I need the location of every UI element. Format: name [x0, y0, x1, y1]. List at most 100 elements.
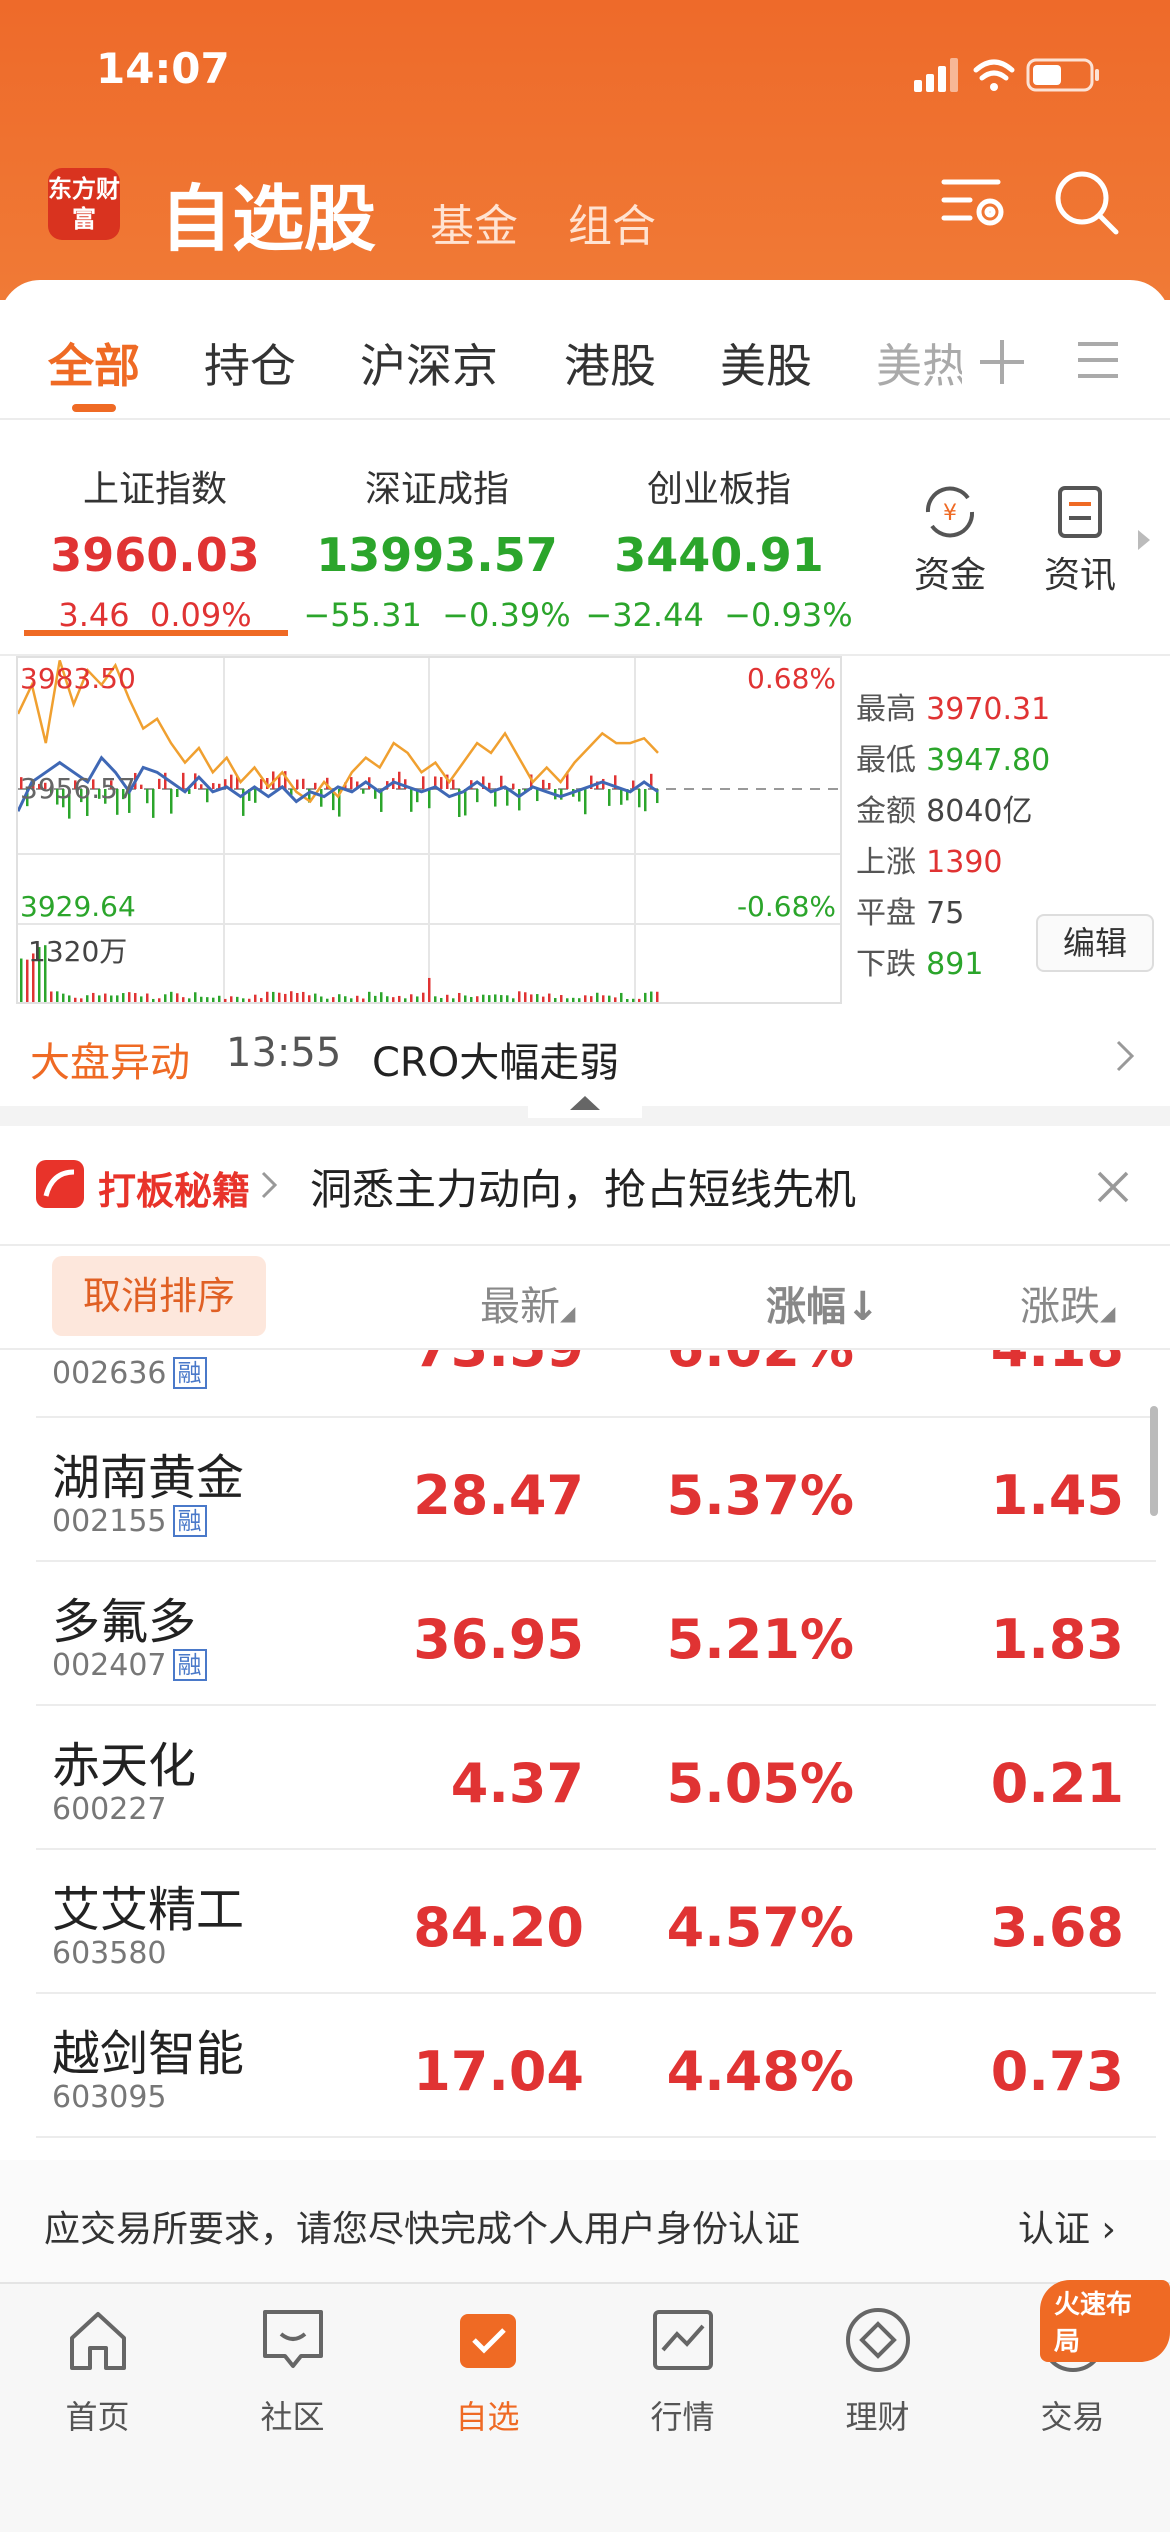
volume-bar: [374, 995, 377, 1002]
nav-wealth[interactable]: 理财: [780, 2304, 975, 2438]
volume-bar: [440, 998, 443, 1002]
promo-banner[interactable]: 打板秘籍 洞悉主力动向，抢占短线先机: [0, 1126, 1170, 1246]
stock-code: 002407 融: [52, 1648, 207, 1683]
column-change[interactable]: 涨跌◢: [1020, 1274, 1150, 1332]
tab-all[interactable]: 全部: [48, 330, 140, 396]
stat-amount: 金额 8040亿: [856, 794, 1033, 829]
nav-label: 理财: [845, 2398, 910, 2436]
flow-bar: [476, 789, 479, 803]
nav-fund[interactable]: 基金: [430, 190, 518, 254]
volume-bar: [296, 992, 299, 1002]
stock-name: 多氟多: [52, 1594, 197, 1650]
tab-hk[interactable]: 港股: [564, 330, 656, 396]
stock-code: 603580: [52, 1936, 167, 1971]
volume-bar: [470, 997, 473, 1002]
volume-bar: [386, 996, 389, 1002]
volume-bar: [452, 998, 455, 1002]
column-latest[interactable]: 最新◢: [480, 1274, 575, 1332]
volume-bar: [638, 998, 641, 1002]
volume-bar: [104, 993, 107, 1002]
intraday-chart[interactable]: 3983.50 3956.57 3929.64 0.68% -0.68% 132…: [16, 656, 842, 1004]
list-settings-icon[interactable]: [940, 168, 1010, 238]
wifi-icon: [973, 59, 1015, 91]
stock-code: 600227: [52, 1792, 167, 1827]
volume-bar: [326, 998, 329, 1002]
stock-name: 越剑智能: [52, 2026, 245, 2082]
app-logo: 东方财富: [48, 168, 120, 240]
stock-change: 0.21: [990, 1752, 1124, 1815]
tab-shsz[interactable]: 沪深京: [360, 330, 498, 396]
volume-bar: [110, 995, 113, 1002]
chart-pct-top: 0.68%: [747, 662, 836, 695]
stock-change: 0.73: [990, 2040, 1124, 2103]
stock-row-partial[interactable]: 002636融 73.59 6.02% 4.18: [0, 1350, 1170, 1414]
stock-row[interactable]: 湖南黄金 002155 融 28.47 5.37% 1.45: [0, 1418, 1170, 1562]
nav-market[interactable]: 行情: [585, 2304, 780, 2438]
flow-bar: [506, 789, 509, 806]
index-sh[interactable]: 上证指数 3960.03 3.46 0.09%: [20, 460, 290, 634]
volume-bar: [608, 995, 611, 1002]
column-pct[interactable]: 涨幅↓: [766, 1274, 880, 1332]
home-icon: [69, 2312, 126, 2370]
alert-text[interactable]: CRO大幅走弱: [372, 1030, 619, 1088]
nav-portfolio[interactable]: 组合: [568, 190, 656, 254]
stock-list[interactable]: 002636融 73.59 6.02% 4.18 湖南黄金 002155融 28…: [0, 1350, 1170, 2160]
flow-bar: [608, 789, 611, 806]
edit-button[interactable]: 编辑: [1036, 914, 1154, 972]
volume-bar: [50, 991, 53, 1002]
volume-bar: [356, 995, 359, 1002]
news-icon: [1058, 486, 1102, 538]
nav-community[interactable]: 社区: [195, 2304, 390, 2438]
nav-home[interactable]: 首页: [0, 2304, 195, 2438]
volume-bar: [134, 993, 137, 1002]
index-sz[interactable]: 深证成指 13993.57 −55.31 −0.39%: [302, 460, 572, 634]
volume-bar: [86, 995, 89, 1002]
header-bar: 14:07 东方财富 自选股 基金 组合: [0, 0, 1170, 300]
scrollbar[interactable]: [1150, 1406, 1158, 1516]
add-icon[interactable]: [974, 334, 1030, 390]
fund-flow-link[interactable]: ¥ 资金: [910, 484, 990, 598]
volume-bar: [224, 998, 227, 1002]
flow-bar: [452, 779, 455, 789]
stock-row[interactable]: 赤天化 600227 4.37 5.05% 0.21: [0, 1706, 1170, 1850]
chart-y-top: 3983.50: [20, 662, 136, 695]
volume-bar: [596, 992, 599, 1002]
stock-row[interactable]: 多氟多 002407 融 36.95 5.21% 1.83: [0, 1562, 1170, 1706]
menu-icon[interactable]: [1076, 338, 1120, 382]
news-link[interactable]: 资讯: [1040, 484, 1120, 598]
volume-bar: [194, 992, 197, 1002]
index-cyb[interactable]: 创业板指 3440.91 −32.44 −0.93%: [584, 460, 854, 634]
flow-bar: [584, 789, 587, 815]
chevron-right-icon[interactable]: [1114, 1038, 1138, 1074]
verify-link[interactable]: 认证 ›: [1018, 2200, 1116, 2252]
nav-label: 自选: [455, 2398, 520, 2436]
cancel-sort-button[interactable]: 取消排序: [52, 1256, 266, 1336]
chevron-right-icon[interactable]: [1134, 526, 1154, 554]
promo-badge[interactable]: 火速布局: [1040, 2280, 1170, 2362]
stock-change: 1.83: [990, 1608, 1124, 1671]
search-icon[interactable]: [1052, 168, 1122, 238]
status-time: 14:07: [96, 44, 230, 93]
stock-change: 3.68: [990, 1896, 1124, 1959]
volume-bar: [146, 993, 149, 1002]
flow-bar: [314, 782, 317, 789]
tab-us[interactable]: 美股: [720, 330, 812, 396]
volume-bar: [530, 994, 533, 1002]
stock-price: 73.59: [413, 1350, 584, 1379]
tab-us-hot[interactable]: 美热: [876, 330, 962, 396]
index-change: −55.31 −0.39%: [303, 596, 571, 634]
volume-bar: [20, 958, 23, 1002]
volume-bar: [182, 997, 185, 1002]
close-icon[interactable]: [1096, 1170, 1130, 1204]
flow-bar: [638, 789, 641, 808]
stat-down: 下跌 891: [856, 947, 984, 982]
collapse-handle[interactable]: [528, 1084, 642, 1118]
stock-row[interactable]: 艾艾精工 603580 84.20 4.57% 3.68: [0, 1850, 1170, 1994]
volume-bar: [350, 998, 353, 1002]
nav-watchlist[interactable]: 自选: [390, 2304, 585, 2438]
tab-holdings[interactable]: 持仓: [204, 330, 296, 396]
stock-row[interactable]: 越剑智能 603095 17.04 4.48% 0.73: [0, 1994, 1170, 2138]
market-tabs: 全部 持仓 沪深京 港股 美股 美热: [0, 280, 1170, 420]
volume-bar: [56, 991, 59, 1002]
volume-bar: [554, 998, 557, 1002]
